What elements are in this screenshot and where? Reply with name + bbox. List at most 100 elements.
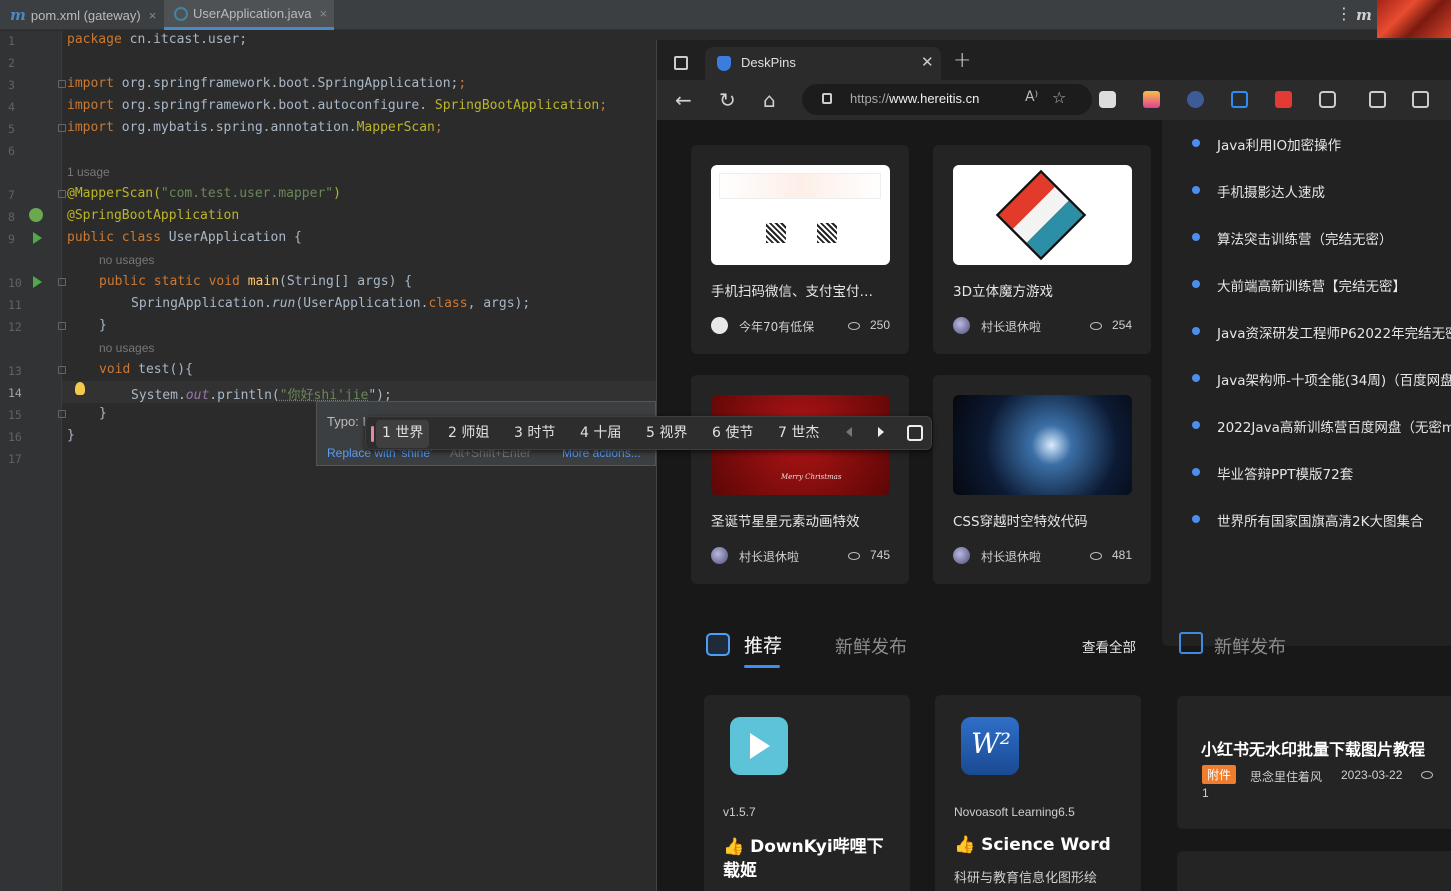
- puzzle-extensions-icon[interactable]: [1319, 91, 1336, 108]
- fold-icon[interactable]: [58, 322, 66, 330]
- card-title[interactable]: 3D立体魔方游戏: [953, 280, 1133, 300]
- article-title[interactable]: 小红书无水印批量下载图片教程: [1201, 736, 1425, 760]
- home-icon[interactable]: ⌂: [763, 90, 776, 110]
- fe-extension-icon[interactable]: [1275, 91, 1292, 108]
- article-card[interactable]: 小红书无水印批量下载图片教程 附件 思念里住着风 2023-03-22 1: [1177, 696, 1451, 829]
- list-item[interactable]: 2022Java高新训练营百度网盘（无密m: [1217, 416, 1451, 436]
- ime-candidate[interactable]: 5 视界: [640, 417, 693, 451]
- line-number: 16: [8, 430, 22, 444]
- maven-panel-icon[interactable]: m: [1356, 6, 1372, 24]
- read-aloud-icon[interactable]: A⁾: [1025, 89, 1038, 105]
- spring-bean-icon[interactable]: [29, 208, 43, 222]
- collections-icon[interactable]: [1412, 91, 1429, 108]
- list-item[interactable]: Java资深研发工程师P62022年完结无密: [1217, 322, 1451, 342]
- fold-icon[interactable]: [58, 190, 66, 198]
- ime-candidate-bar: 1 世界 2 师姐 3 时节 4 十届 5 视界 6 使节 7 世杰: [365, 416, 932, 450]
- ime-candidate[interactable]: 6 使节: [706, 417, 759, 451]
- resource-card[interactable]: 3D立体魔方游戏 村长退休啦 254: [933, 145, 1151, 354]
- resource-card[interactable]: Merry Christmas 圣诞节星星元素动画特效 村长退休啦 745: [691, 375, 909, 584]
- next-page-icon[interactable]: [878, 427, 884, 437]
- cursor-extension-icon[interactable]: [1187, 91, 1204, 108]
- crop-extension-icon[interactable]: [1231, 91, 1248, 108]
- active-tab-indicator: [744, 665, 780, 668]
- ime-candidate[interactable]: 4 十届: [574, 417, 627, 451]
- download-extension-icon[interactable]: [1143, 91, 1160, 108]
- software-name[interactable]: 👍 Science Word: [954, 833, 1129, 857]
- list-item[interactable]: 手机摄影达人速成: [1217, 181, 1325, 201]
- side-article-list: Java利用IO加密操作 手机摄影达人速成 算法突击训练营（完结无密） 大前端高…: [1162, 120, 1451, 646]
- software-name[interactable]: 👍 DownKyi哔哩下载姬: [723, 835, 898, 883]
- maven-icon: m: [10, 6, 26, 24]
- fold-icon[interactable]: [58, 124, 66, 132]
- close-icon[interactable]: ×: [320, 6, 328, 21]
- ime-candidate[interactable]: 1 世界: [376, 420, 430, 448]
- tab-fresh-release[interactable]: 新鲜发布: [835, 633, 907, 659]
- card-thumbnail: [953, 165, 1132, 265]
- fold-icon[interactable]: [58, 410, 66, 418]
- usage-hint[interactable]: no usages: [99, 341, 154, 355]
- article-card[interactable]: [1177, 851, 1451, 891]
- ime-composition-marker: [371, 426, 374, 442]
- list-item[interactable]: 世界所有国家国旗高清2K大图集合: [1217, 510, 1423, 530]
- new-tab-button[interactable]: +: [953, 48, 971, 73]
- line-number: 17: [8, 452, 22, 466]
- url-text[interactable]: https://www.hereitis.cn: [850, 91, 979, 106]
- list-item[interactable]: 毕业答辩PPT模版72套: [1217, 463, 1353, 483]
- tab-label: pom.xml (gateway): [30, 7, 141, 23]
- tab-pom-xml[interactable]: m pom.xml (gateway) ×: [0, 0, 162, 30]
- list-item[interactable]: Java架构师-十项全能(34周)（百度网盘: [1217, 369, 1451, 389]
- more-menu-icon[interactable]: ⋮: [1336, 4, 1352, 23]
- card-title[interactable]: 手机扫码微信、支付宝付…: [711, 280, 891, 300]
- page-content: 手机扫码微信、支付宝付… 今年70有低保 250 3D立体魔方游戏 村长退休啦 …: [657, 120, 1451, 891]
- resource-card[interactable]: 手机扫码微信、支付宝付… 今年70有低保 250: [691, 145, 909, 354]
- line-number: 7: [8, 188, 15, 202]
- tab-actions-icon[interactable]: [674, 56, 688, 70]
- attachment-badge: 附件: [1202, 765, 1237, 784]
- list-item[interactable]: Java利用IO加密操作: [1217, 134, 1341, 154]
- fold-icon[interactable]: [58, 366, 66, 374]
- close-tab-icon[interactable]: ✕: [921, 53, 934, 71]
- code-line: @SpringBootApplication: [67, 208, 240, 223]
- code-line: import org.springframework.boot.SpringAp…: [67, 76, 467, 91]
- article-author: 思念里住着风: [1250, 770, 1323, 784]
- lightbulb-icon[interactable]: [75, 382, 85, 395]
- run-main-icon[interactable]: [33, 276, 42, 288]
- run-class-icon[interactable]: [33, 232, 42, 244]
- previous-page-icon[interactable]: [846, 427, 852, 437]
- line-number: 10: [8, 276, 22, 290]
- card-title[interactable]: CSS穿越时空特效代码: [953, 510, 1133, 530]
- fold-icon[interactable]: [58, 80, 66, 88]
- close-icon[interactable]: ×: [149, 8, 157, 23]
- lock-icon[interactable]: [822, 93, 832, 104]
- list-item[interactable]: 算法突击训练营（完结无密）: [1217, 228, 1393, 248]
- favorite-icon[interactable]: ☆: [1052, 88, 1066, 107]
- ime-candidate[interactable]: 3 时节: [508, 417, 561, 451]
- tab-user-application[interactable]: UserApplication.java ×: [164, 0, 334, 30]
- software-card[interactable]: v1.5.7 👍 DownKyi哔哩下载姬: [704, 695, 910, 891]
- resource-card[interactable]: CSS穿越时空特效代码 村长退休啦 481: [933, 375, 1151, 584]
- ime-candidate[interactable]: 2 师姐: [442, 417, 495, 451]
- reload-icon[interactable]: ↻: [719, 90, 736, 110]
- code-line: import org.mybatis.spring.annotation.Map…: [67, 120, 443, 135]
- split-screen-icon[interactable]: [1369, 91, 1386, 108]
- back-icon[interactable]: ←: [675, 90, 692, 110]
- bullet-dot: [1192, 421, 1200, 429]
- usage-hint[interactable]: no usages: [99, 253, 154, 267]
- avatar: [953, 547, 970, 564]
- eye-icon: [848, 322, 860, 330]
- card-author: 村长退休啦: [981, 550, 1042, 564]
- ghost-extension-icon[interactable]: [1099, 91, 1116, 108]
- emoji-favorite-icon[interactable]: [907, 425, 923, 441]
- fresh-release-heading[interactable]: 新鲜发布: [1214, 633, 1286, 659]
- usage-hint[interactable]: 1 usage: [67, 165, 110, 179]
- card-views: 481: [1112, 548, 1133, 562]
- address-bar[interactable]: https://www.hereitis.cn A⁾ ☆: [802, 84, 1092, 115]
- view-all-link[interactable]: 查看全部: [1082, 636, 1136, 656]
- list-item[interactable]: 大前端高新训练营【完结无密】: [1217, 275, 1406, 295]
- fold-icon[interactable]: [58, 278, 66, 286]
- browser-tab[interactable]: DeskPins ✕: [705, 47, 941, 80]
- software-card[interactable]: W² Novoasoft Learning6.5 👍 Science Word …: [935, 695, 1141, 891]
- ime-candidate[interactable]: 7 世杰: [772, 417, 825, 451]
- card-title[interactable]: 圣诞节星星元素动画特效: [711, 510, 891, 530]
- tab-recommend[interactable]: 推荐: [744, 631, 782, 658]
